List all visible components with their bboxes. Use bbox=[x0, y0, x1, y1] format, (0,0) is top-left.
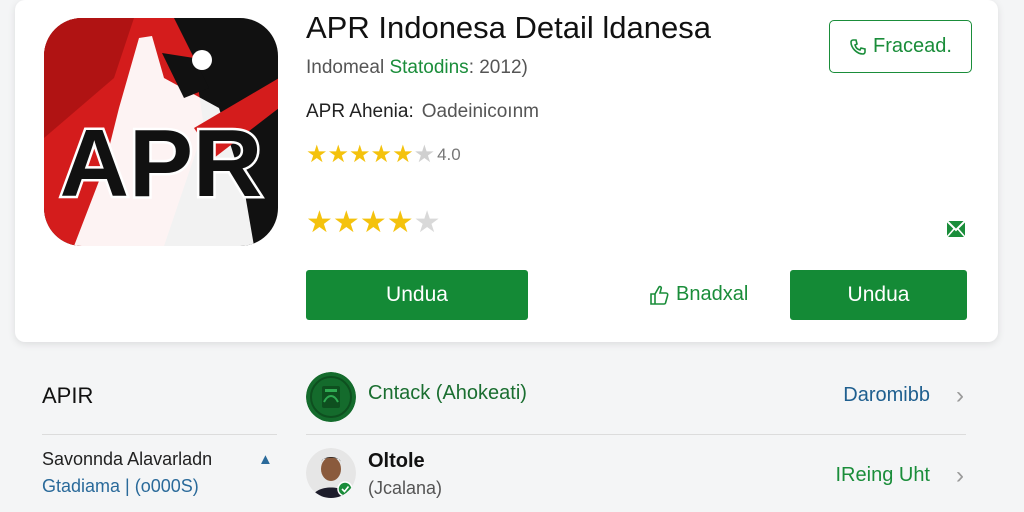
star-icon: ★ bbox=[349, 141, 371, 168]
rating-summary: ★ ★ ★ ★ ★ ★ 4.0 bbox=[306, 143, 461, 167]
star-icon[interactable]: ★ bbox=[387, 207, 414, 239]
sidebar-item-title: Savonnda Alavarladn bbox=[42, 449, 213, 469]
report-flag-icon[interactable] bbox=[946, 220, 966, 238]
star-icon: ★ bbox=[392, 141, 414, 168]
chevron-right-icon: › bbox=[956, 462, 964, 489]
phone-icon bbox=[850, 38, 866, 55]
app-meta: Indomeal Statodins: 2012) bbox=[306, 57, 528, 79]
download-button[interactable]: Undua bbox=[306, 270, 528, 320]
sidebar-item[interactable]: Savonnda Alavarladn Gtadiama | (o000S) bbox=[42, 449, 277, 497]
divider bbox=[306, 434, 966, 435]
star-icon: ★ bbox=[370, 141, 393, 168]
star-icon: ★ bbox=[327, 141, 350, 168]
list-item[interactable]: Oltole (Jcalana) IReing Uht › bbox=[306, 446, 966, 500]
chevron-right-icon: › bbox=[956, 382, 964, 409]
meta-category-link[interactable]: Statodins bbox=[389, 57, 468, 78]
section-title: APIR bbox=[42, 383, 94, 408]
list-item-action[interactable]: IReing Uht bbox=[836, 464, 931, 487]
list-item-title: Oltole bbox=[368, 450, 425, 472]
star-icon: ★ bbox=[306, 141, 328, 168]
developer-value: Oadeinicoınm bbox=[421, 101, 539, 122]
install-button[interactable]: Undua bbox=[790, 270, 967, 320]
bookmark-button[interactable]: Bnadxal bbox=[648, 283, 748, 306]
list-item-action[interactable]: Daromibb bbox=[843, 384, 930, 407]
contact-avatar-icon bbox=[306, 372, 356, 422]
rating-input: ★ ★ ★ ★ ★ bbox=[306, 207, 441, 239]
developer-line: APR Ahenia: Oadeinicoınm bbox=[306, 101, 539, 123]
star-icon[interactable]: ★ bbox=[306, 207, 333, 239]
star-icon[interactable]: ★ bbox=[333, 207, 360, 239]
list-item[interactable]: Cntack (Ahokeati) Daromibb › bbox=[306, 370, 966, 424]
bookmark-label: Bnadxal bbox=[676, 283, 749, 305]
divider bbox=[42, 434, 277, 435]
star-icon[interactable]: ★ bbox=[360, 207, 387, 239]
app-logo-icon: APR bbox=[44, 18, 278, 246]
developer-label: APR Ahenia: bbox=[306, 101, 414, 122]
user-avatar-icon bbox=[306, 448, 356, 498]
app-title: APR Indonesa Detail ldanesa bbox=[306, 10, 711, 45]
meta-prefix: Indomeal bbox=[306, 57, 385, 78]
share-label: Fracead. bbox=[873, 35, 952, 57]
list-item-subtitle: (Jcalana) bbox=[368, 478, 443, 498]
arrow-up-icon[interactable]: ▲ bbox=[258, 451, 273, 468]
sidebar-item-subtitle: Gtadiama | (o000S) bbox=[42, 476, 199, 496]
thumbs-up-icon bbox=[650, 285, 669, 305]
meta-suffix: : 2012) bbox=[468, 57, 528, 78]
list-item-title: Cntack (Ahokeati) bbox=[368, 382, 527, 404]
app-logo-text: APR bbox=[60, 110, 263, 217]
share-button[interactable]: Fracead. bbox=[829, 20, 972, 73]
star-empty-icon[interactable]: ★ bbox=[414, 207, 441, 239]
star-empty-icon: ★ bbox=[413, 141, 436, 168]
rating-score: 4.0 bbox=[437, 145, 461, 164]
